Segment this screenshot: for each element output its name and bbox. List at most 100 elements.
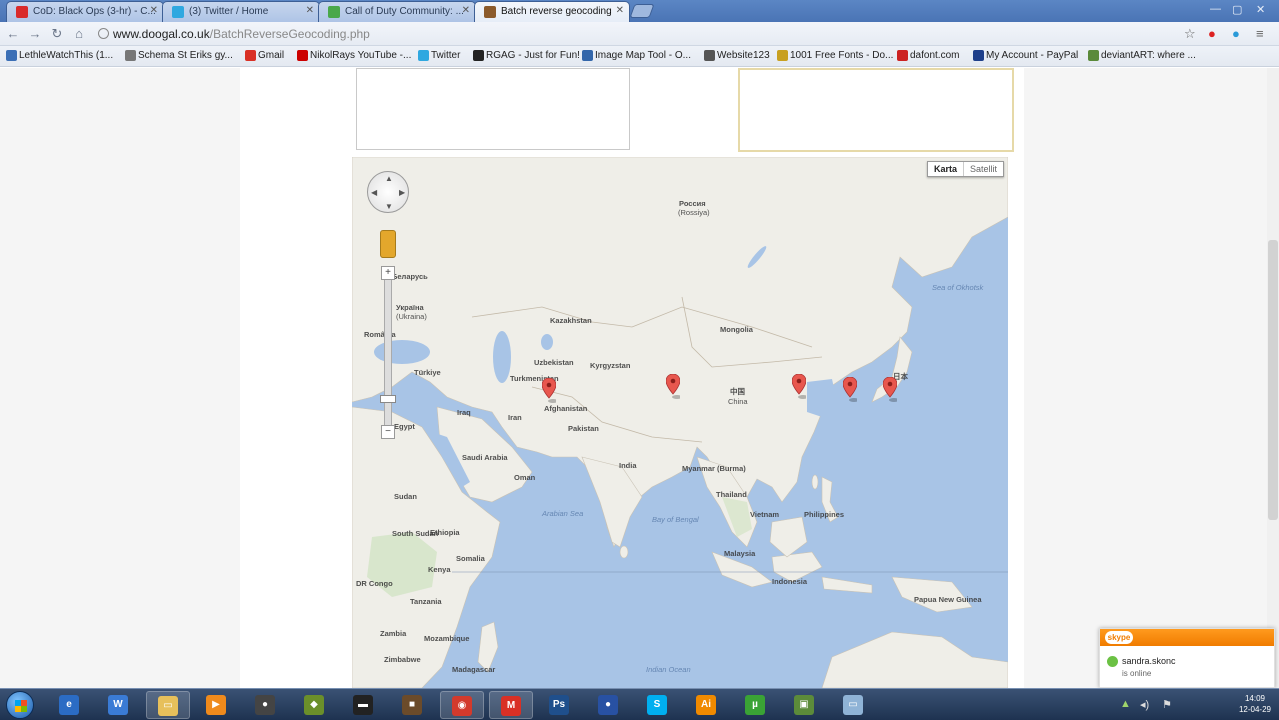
cod-favicon-icon (328, 6, 340, 18)
taskbar-app-photoshop[interactable]: Ps (538, 691, 582, 719)
clock[interactable]: 14:09 12-04-29 (1239, 693, 1271, 715)
tab-twitter[interactable]: (3) Twitter / Home ✕ (162, 1, 320, 22)
bookmark-item[interactable]: Gmail (245, 50, 284, 61)
bookmark-item[interactable]: deviantART: where ... (1088, 50, 1196, 61)
map-marker-icon[interactable] (883, 377, 897, 403)
zoom-out-button[interactable]: − (381, 425, 395, 439)
google-map[interactable]: Россия (Rossiya) Kazakhstan Mongolia 中国 … (352, 157, 1008, 688)
back-icon[interactable]: ← (4, 25, 22, 43)
bookmark-item[interactable]: Schema St Eriks gy... (125, 50, 233, 61)
start-button[interactable] (6, 691, 34, 719)
bookmark-item[interactable]: Twitter (418, 50, 460, 61)
addresses-output-textarea[interactable] (738, 68, 1014, 152)
network-icon[interactable]: ▲ (1120, 698, 1131, 710)
volume-icon[interactable]: ◂) (1140, 698, 1149, 711)
close-icon[interactable]: ✕ (616, 5, 624, 16)
app5-icon: ● (255, 695, 275, 715)
map-marker-icon[interactable] (792, 374, 806, 400)
taskbar-app-app12[interactable]: ● (587, 691, 631, 719)
zoom-slider-track[interactable] (384, 269, 392, 439)
opera-extension-icon[interactable]: ● (1208, 26, 1216, 41)
label-egypt: Egypt (394, 422, 415, 431)
tab-cod-community[interactable]: Call of Duty Community: ... ✕ (318, 1, 476, 22)
skype-notification[interactable]: skype sandra.skonc is online (1099, 628, 1275, 688)
browser-toolbar: ← → ↻ ⌂ www.doogal.co.uk/BatchReverseGeo… (0, 22, 1279, 46)
bookmark-favicon-icon (6, 50, 17, 61)
map-type-map-button[interactable]: Karta (928, 162, 964, 176)
tab-cod-black-ops[interactable]: CoD: Black Ops (3-hr) - C... ✕ (6, 1, 164, 22)
taskbar-app-explorer[interactable]: ▭ (146, 691, 190, 719)
label-zimbabwe: Zimbabwe (384, 655, 421, 664)
wrench-menu-icon[interactable]: ≡ (1256, 26, 1264, 41)
label-kazakhstan: Kazakhstan (550, 316, 592, 325)
pan-up-icon[interactable]: ▲ (385, 174, 393, 183)
taskbar-app-gmail[interactable]: M (489, 691, 533, 719)
flag-icon[interactable]: ⚑ (1162, 698, 1172, 711)
pan-right-icon[interactable]: ▶ (399, 188, 405, 197)
taskbar-app-media[interactable]: ▶ (195, 691, 239, 719)
taskbar-app-utorrent[interactable]: µ (734, 691, 778, 719)
photoshop-icon: Ps (549, 695, 569, 715)
label-russia: Россия (679, 199, 706, 208)
new-tab-button[interactable] (629, 4, 655, 18)
youtube-favicon-icon (16, 6, 28, 18)
bookmark-item[interactable]: dafont.com (897, 50, 959, 61)
street-view-pegman-icon[interactable] (380, 230, 396, 258)
bookmark-item[interactable]: NikolRays YouTube -... (297, 50, 411, 61)
page-info-icon[interactable] (98, 28, 109, 39)
map-marker-icon[interactable] (666, 374, 680, 400)
map-marker-icon[interactable] (843, 377, 857, 403)
label-mongolia: Mongolia (720, 325, 753, 334)
taskbar-app-skype[interactable]: S (636, 691, 680, 719)
bookmark-item[interactable]: Website123 (704, 50, 770, 61)
label-tanzania: Tanzania (410, 597, 442, 606)
window-close-icon[interactable]: ✕ (1256, 3, 1265, 16)
taskbar-app-app2[interactable]: W (97, 691, 141, 719)
tab-batch-reverse-geocoding[interactable]: Batch reverse geocoding ✕ (474, 1, 630, 22)
bookmark-item[interactable]: My Account - PayPal (973, 50, 1078, 61)
taskbar-app-app16[interactable]: ▣ (783, 691, 827, 719)
bookmark-item[interactable]: Image Map Tool - O... (582, 50, 691, 61)
close-icon[interactable]: ✕ (150, 5, 158, 16)
bookmark-item[interactable]: RGAG - Just for Fun! (473, 50, 580, 61)
taskbar-app-illustrator[interactable]: Ai (685, 691, 729, 719)
address-bar[interactable]: www.doogal.co.uk/BatchReverseGeocoding.p… (95, 24, 1195, 44)
minimize-icon[interactable]: — (1210, 3, 1221, 15)
bookmark-item[interactable]: LethleWatchThis (1... (6, 50, 113, 61)
label-malaysia: Malaysia (724, 549, 756, 558)
taskbar-app-minecraft[interactable]: ■ (391, 691, 435, 719)
scrollbar-thumb[interactable] (1268, 240, 1278, 520)
map-marker-icon[interactable] (542, 378, 556, 404)
twitter-favicon-icon (172, 6, 184, 18)
home-icon[interactable]: ⌂ (70, 25, 88, 43)
skype-extension-icon[interactable]: ● (1232, 26, 1240, 41)
pan-control[interactable]: ▲ ▼ ◀ ▶ (367, 171, 409, 213)
maximize-icon[interactable]: ▢ (1232, 3, 1242, 16)
map-type-satellite-button[interactable]: Satellit (964, 162, 1003, 176)
pan-down-icon[interactable]: ▼ (385, 202, 393, 211)
skype-logo-icon: skype (1105, 631, 1133, 644)
close-icon[interactable]: ✕ (306, 5, 314, 16)
chrome-icon: ◉ (452, 696, 472, 716)
reload-icon[interactable]: ↻ (48, 25, 66, 43)
pan-left-icon[interactable]: ◀ (371, 188, 377, 197)
taskbar-app-cmd[interactable]: ▬ (342, 691, 386, 719)
taskbar-app-app6[interactable]: ◆ (293, 691, 337, 719)
bookmark-item[interactable]: 1001 Free Fonts - Do... (777, 50, 893, 61)
close-icon[interactable]: ✕ (462, 5, 470, 16)
taskbar-app-app17[interactable]: ▭ (832, 691, 876, 719)
skype-contact-name: sandra.skonc (1122, 656, 1176, 666)
tab-label: CoD: Black Ops (3-hr) - C... (33, 6, 156, 17)
zoom-in-button[interactable]: + (381, 266, 395, 280)
zoom-slider-thumb[interactable] (380, 395, 396, 403)
label-ethiopia: Ethiopia (430, 528, 460, 537)
forward-icon[interactable]: → (26, 25, 44, 43)
bookmark-star-icon[interactable]: ☆ (1184, 26, 1196, 42)
taskbar-app-app5[interactable]: ● (244, 691, 288, 719)
taskbar-app-chrome[interactable]: ◉ (440, 691, 484, 719)
label-russia-sub: (Rossiya) (678, 208, 710, 217)
bookmark-favicon-icon (897, 50, 908, 61)
taskbar-app-ie[interactable]: e (48, 691, 92, 719)
coordinates-input-textarea[interactable] (356, 68, 630, 150)
label-ukraine: Україна (396, 303, 424, 312)
